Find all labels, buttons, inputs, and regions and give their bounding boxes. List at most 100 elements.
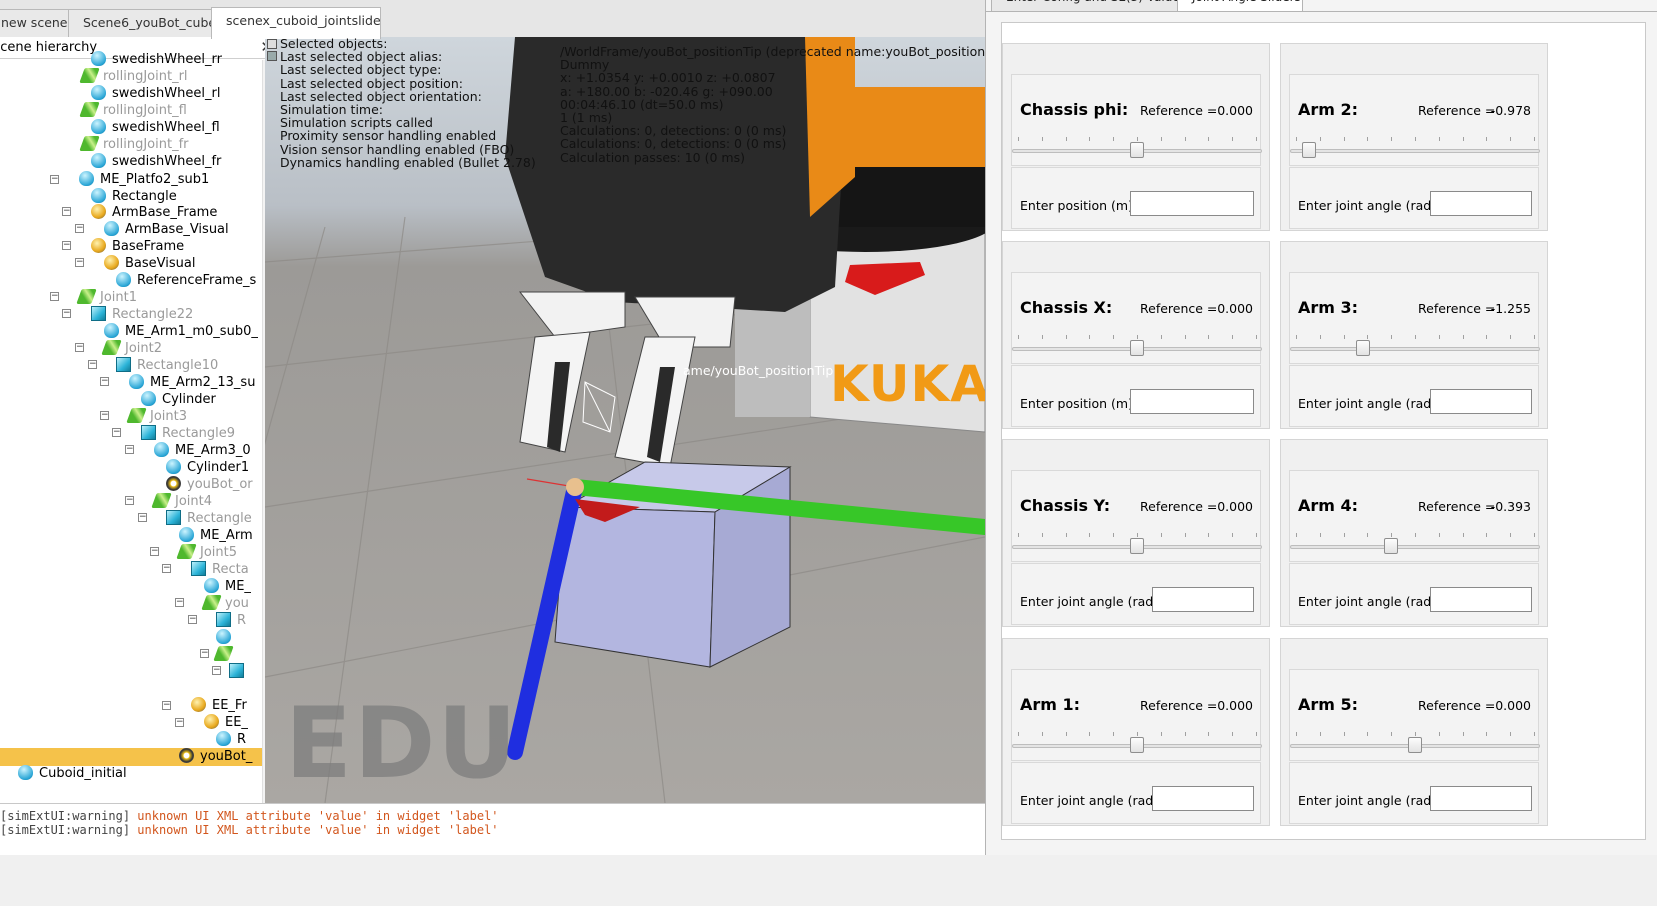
tree-node[interactable] (216, 629, 237, 647)
slider-tick (1438, 533, 1440, 537)
tree-expander-icon[interactable]: − (50, 292, 59, 301)
slider-track[interactable] (1290, 149, 1540, 153)
tree-node[interactable]: youBot_ (0, 748, 262, 766)
tree-node[interactable]: ReferenceFrame_s (116, 272, 256, 290)
slider-track[interactable] (1290, 347, 1540, 351)
slider-thumb[interactable] (1356, 340, 1371, 356)
slider-thumb[interactable] (1408, 737, 1422, 753)
tree-expander-icon[interactable]: − (162, 564, 171, 573)
tree-node[interactable]: swedishWheel_rl (91, 85, 220, 103)
tab-new-scene[interactable]: new scene (0, 9, 69, 38)
tree-node[interactable]: rollingJoint_fl (79, 102, 187, 120)
slider-thumb[interactable] (1130, 538, 1144, 554)
tree-node[interactable]: Cylinder1 (166, 459, 249, 477)
tree-node[interactable]: Rectangle10 (116, 357, 218, 375)
tree-expander-icon[interactable]: − (50, 175, 59, 184)
tree-node[interactable]: ME_Arm2_13_su (129, 374, 255, 392)
tree-node[interactable]: Rectangle9 (141, 425, 235, 443)
tree-node-label: Cuboid_initial (39, 766, 127, 781)
tree-expander-icon[interactable]: − (100, 411, 109, 420)
tree-expander-icon[interactable]: − (100, 377, 109, 386)
tree-node[interactable]: swedishWheel_rr (91, 51, 222, 69)
tree-node[interactable]: ME_Arm (179, 527, 253, 545)
tree-node[interactable]: ArmBase_Visual (104, 221, 229, 239)
joint-value-input[interactable] (1430, 191, 1532, 216)
tree-node[interactable]: EE_Fr (191, 697, 247, 715)
tree-node[interactable]: BaseFrame (91, 238, 184, 256)
tree-node[interactable]: swedishWheel_fl (91, 119, 220, 137)
tree-node[interactable]: Joint2 (101, 340, 162, 358)
tree-node[interactable]: youBot_or (166, 476, 253, 494)
tree-expander-icon[interactable]: − (88, 360, 97, 369)
tree-node[interactable]: Cylinder (141, 391, 216, 409)
tree-expander-icon[interactable]: − (150, 547, 159, 556)
tree-node[interactable]: swedishWheel_fr (91, 153, 221, 171)
tree-expander-icon[interactable]: − (175, 598, 184, 607)
tree-node[interactable]: R (216, 731, 246, 749)
tree-node[interactable]: Joint1 (76, 289, 137, 307)
slider-thumb[interactable] (1130, 737, 1144, 753)
tab-joint-angle-sliders[interactable]: Joint Angle Sliders (1177, 0, 1303, 12)
tree-node[interactable]: Rectangle22 (91, 306, 193, 324)
slider-track[interactable] (1290, 545, 1540, 549)
tree-expander-icon[interactable]: − (125, 445, 134, 454)
scene-viewport[interactable]: KUKA EDU ame/youBot_positionTip Selected… (265, 37, 985, 803)
tree-node[interactable]: rollingJoint_fr (79, 136, 189, 154)
tree-node[interactable]: ME_Arm1_m0_sub0_ (104, 323, 258, 341)
joint-input-group: Enter joint angle (rad): (1289, 167, 1539, 229)
tree-expander-icon[interactable]: − (138, 513, 147, 522)
tree-expander-icon[interactable]: − (200, 649, 209, 658)
info-collapse-toggle[interactable] (267, 39, 277, 49)
joint-value-input[interactable] (1130, 191, 1254, 216)
tree-node[interactable]: Joint4 (151, 493, 212, 511)
joint-value-input[interactable] (1130, 389, 1254, 414)
tree-expander-icon[interactable]: − (125, 496, 134, 505)
slider-tick (1041, 732, 1043, 736)
slider-tick (1232, 137, 1234, 141)
tree-node[interactable]: Joint3 (126, 408, 187, 426)
tree-node[interactable]: ME_Platfo2_sub1 (79, 171, 209, 189)
tree-expander-icon[interactable]: − (75, 343, 84, 352)
status-console[interactable]: [simExtUI:warning] unknown UI XML attrib… (0, 803, 985, 855)
tree-node[interactable]: EE_ (204, 714, 248, 732)
tree-node[interactable]: Joint5 (176, 544, 237, 562)
tree-node[interactable]: BaseVisual (104, 255, 195, 273)
joint-value-input[interactable] (1152, 786, 1254, 811)
tree-expander-icon[interactable]: − (75, 224, 84, 233)
tab-enter-config[interactable]: Enter Config and SE(3) Value (991, 0, 1178, 12)
bottom-bar (0, 855, 1657, 906)
tree-expander-icon[interactable]: − (212, 666, 221, 675)
tree-expander-icon[interactable]: − (62, 207, 71, 216)
tree-node[interactable] (213, 646, 237, 664)
joint-value-input[interactable] (1430, 389, 1532, 414)
tree-node[interactable] (229, 663, 250, 681)
tree-node[interactable]: ME_Arm3_0 (154, 442, 251, 460)
tree-expander-icon[interactable]: − (62, 309, 71, 318)
tab-scene6-youbot-cube[interactable]: Scene6_youBot_cube (68, 9, 212, 38)
tree-expander-icon[interactable]: − (162, 701, 171, 710)
tree-node[interactable]: ArmBase_Frame (91, 204, 217, 222)
joint-value-input[interactable] (1152, 587, 1254, 612)
slider-tick (1462, 732, 1464, 736)
tab-scenex-cuboid-jointsliders[interactable]: scenex_cuboid_jointsliders (211, 7, 381, 39)
tree-expander-icon[interactable]: − (112, 428, 121, 437)
slider-thumb[interactable] (1130, 340, 1144, 356)
tree-expander-icon[interactable]: − (175, 718, 184, 727)
tree-expander-icon[interactable]: − (62, 241, 71, 250)
joint-value-input[interactable] (1430, 587, 1532, 612)
tree-node[interactable]: Rectangle (166, 510, 252, 528)
tree-expander-icon[interactable]: − (188, 615, 197, 624)
slider-tick (1296, 533, 1297, 537)
info-selection-toggle[interactable] (267, 51, 277, 61)
tree-node[interactable]: you (201, 595, 249, 613)
tree-node[interactable]: Cuboid_initial (18, 765, 127, 783)
slider-thumb[interactable] (1301, 142, 1316, 158)
tree-node[interactable]: rollingJoint_rl (79, 68, 188, 86)
slider-thumb[interactable] (1130, 142, 1144, 158)
tree-expander-icon[interactable]: − (75, 258, 84, 267)
tree-node[interactable]: Recta (191, 561, 249, 579)
tree-node[interactable]: R (216, 612, 246, 630)
joint-value-input[interactable] (1430, 786, 1532, 811)
tree-node[interactable]: ME_ (204, 578, 251, 596)
slider-thumb[interactable] (1384, 538, 1399, 554)
